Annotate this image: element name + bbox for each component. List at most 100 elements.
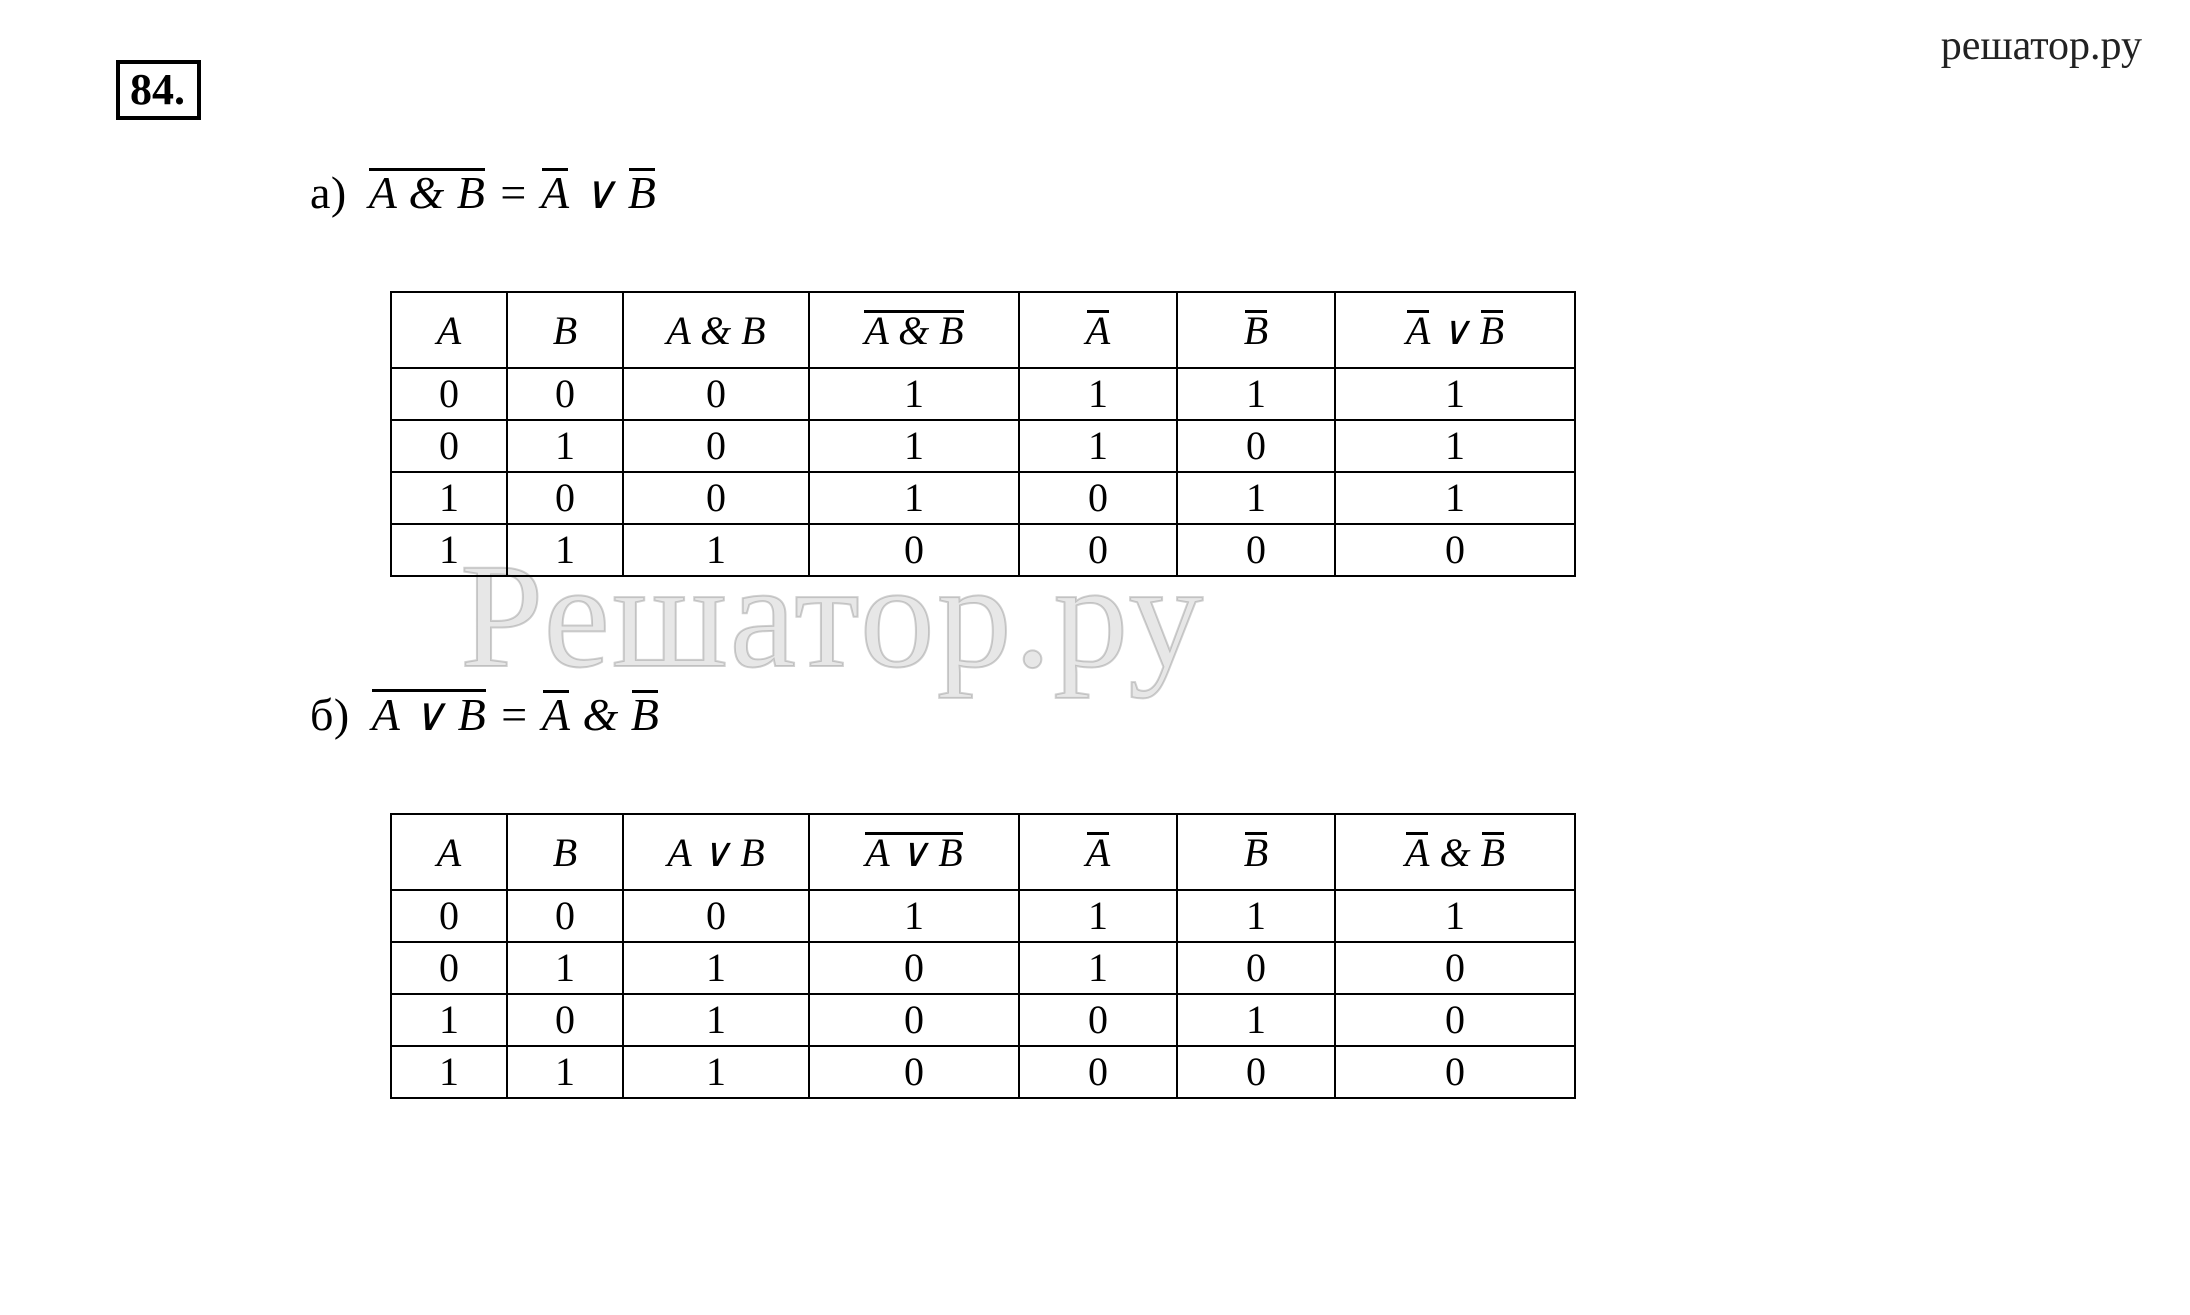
th-b-not-B: B <box>1177 814 1335 890</box>
cell: 1 <box>1335 368 1575 420</box>
table-row: 0 1 1 0 1 0 0 <box>391 942 1575 994</box>
table-row: 0 0 0 1 1 1 1 <box>391 890 1575 942</box>
formula-a-lhs-overline: A & B <box>369 166 486 219</box>
table-row: 1 0 0 1 0 1 1 <box>391 472 1575 524</box>
th-b-not-A: A <box>1019 814 1177 890</box>
cell: 1 <box>507 942 623 994</box>
cell: 0 <box>623 368 809 420</box>
cell: 0 <box>1335 994 1575 1046</box>
formula-b: б) A ∨ B = A & B <box>310 687 1576 741</box>
cell: 0 <box>391 890 507 942</box>
cell: 0 <box>391 942 507 994</box>
formula-a-rhs-join: ∨ <box>570 167 628 218</box>
cell: 0 <box>1177 420 1335 472</box>
table-row: 0 0 0 1 1 1 1 <box>391 368 1575 420</box>
cell: 0 <box>1177 942 1335 994</box>
cell: 1 <box>1019 420 1177 472</box>
cell: 0 <box>391 420 507 472</box>
formula-b-rhs-not-b: B <box>631 688 660 741</box>
formula-a-eq: = <box>485 167 541 218</box>
formula-b-rhs-not-a: A <box>542 688 571 741</box>
th-b-not-AB: A ∨ B <box>809 814 1019 890</box>
cell: 0 <box>1335 524 1575 576</box>
cell: 0 <box>1019 994 1177 1046</box>
cell: 0 <box>809 942 1019 994</box>
table-row: 1 1 1 0 0 0 0 <box>391 524 1575 576</box>
cell: 1 <box>623 942 809 994</box>
formula-a-rhs-not-a: A <box>541 166 570 219</box>
th-b-AB: A ∨ B <box>623 814 809 890</box>
cell: 1 <box>507 1046 623 1098</box>
th-a-AB: A & B <box>623 292 809 368</box>
cell: 1 <box>1335 472 1575 524</box>
cell: 0 <box>623 890 809 942</box>
table-row: 1 0 1 0 0 1 0 <box>391 994 1575 1046</box>
cell: 1 <box>623 1046 809 1098</box>
cell: 0 <box>1019 472 1177 524</box>
cell: 0 <box>1019 524 1177 576</box>
cell: 1 <box>507 420 623 472</box>
table-row: 1 1 1 0 0 0 0 <box>391 1046 1575 1098</box>
cell: 1 <box>391 994 507 1046</box>
cell: 1 <box>809 890 1019 942</box>
cell: 1 <box>391 1046 507 1098</box>
cell: 0 <box>1177 1046 1335 1098</box>
th-a-final: A ∨ B <box>1335 292 1575 368</box>
th-a-not-B: B <box>1177 292 1335 368</box>
cell: 1 <box>1335 890 1575 942</box>
cell: 1 <box>623 994 809 1046</box>
cell: 1 <box>1019 942 1177 994</box>
cell: 0 <box>391 368 507 420</box>
table-b-header-row: A B A ∨ B A ∨ B A B A & B <box>391 814 1575 890</box>
cell: 1 <box>1019 890 1177 942</box>
formula-b-lhs-overline: A ∨ B <box>372 687 487 741</box>
th-b-final: A & B <box>1335 814 1575 890</box>
cell: 1 <box>809 420 1019 472</box>
cell: 1 <box>1177 890 1335 942</box>
cell: 0 <box>809 524 1019 576</box>
cell: 1 <box>391 472 507 524</box>
table-a-body: 0 0 0 1 1 1 1 0 1 0 1 1 0 1 1 0 0 1 <box>391 368 1575 576</box>
th-b-B: B <box>507 814 623 890</box>
cell: 0 <box>623 472 809 524</box>
cell: 0 <box>507 994 623 1046</box>
th-a-not-A: A <box>1019 292 1177 368</box>
table-a-header-row: A B A & B A & B A B A ∨ B <box>391 292 1575 368</box>
content-area: а) A & B = A ∨ B A B A & B A & B A B A ∨… <box>310 165 1576 1209</box>
cell: 1 <box>1177 368 1335 420</box>
cell: 1 <box>623 524 809 576</box>
th-a-not-AB: A & B <box>809 292 1019 368</box>
table-b-body: 0 0 0 1 1 1 1 0 1 1 0 1 0 0 1 0 1 0 <box>391 890 1575 1098</box>
cell: 0 <box>507 472 623 524</box>
cell: 0 <box>623 420 809 472</box>
cell: 0 <box>809 994 1019 1046</box>
truth-table-b: A B A ∨ B A ∨ B A B A & B 0 0 0 1 1 1 1 <box>390 813 1576 1099</box>
th-b-A: A <box>391 814 507 890</box>
cell: 0 <box>507 890 623 942</box>
cell: 1 <box>1335 420 1575 472</box>
cell: 0 <box>1019 1046 1177 1098</box>
cell: 0 <box>1177 524 1335 576</box>
formula-b-eq: = <box>486 689 542 740</box>
cell: 0 <box>507 368 623 420</box>
cell: 1 <box>809 368 1019 420</box>
cell: 0 <box>809 1046 1019 1098</box>
site-watermark: решатор.ру <box>1941 22 2142 70</box>
table-row: 0 1 0 1 1 0 1 <box>391 420 1575 472</box>
problem-number-box: 84. <box>116 60 201 120</box>
cell: 1 <box>809 472 1019 524</box>
cell: 1 <box>1177 472 1335 524</box>
th-a-A: A <box>391 292 507 368</box>
formula-a: а) A & B = A ∨ B <box>310 165 1576 219</box>
cell: 1 <box>507 524 623 576</box>
cell: 1 <box>391 524 507 576</box>
formula-b-rhs-join: & <box>570 689 630 740</box>
formula-a-rhs-not-b: B <box>628 166 657 219</box>
label-a: а) <box>310 167 347 218</box>
th-a-B: B <box>507 292 623 368</box>
cell: 1 <box>1177 994 1335 1046</box>
cell: 0 <box>1335 1046 1575 1098</box>
label-b: б) <box>310 689 350 740</box>
cell: 0 <box>1335 942 1575 994</box>
truth-table-a: A B A & B A & B A B A ∨ B 0 0 0 1 1 1 1 <box>390 291 1576 577</box>
